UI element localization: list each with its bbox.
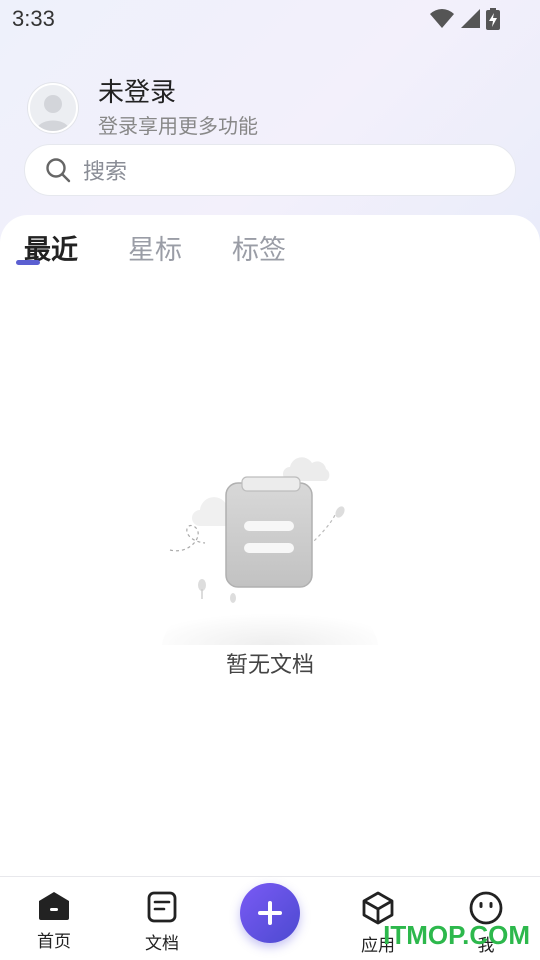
nav-item-home[interactable]: 首页 [14,891,94,952]
create-new-button[interactable] [240,883,300,943]
home-icon [39,892,69,920]
empty-document-illustration [162,457,378,645]
status-bar: 3:33 [0,0,540,40]
status-icons [430,8,500,30]
watermark: ITMOP.COM [383,920,530,950]
avatar[interactable] [28,83,78,133]
search-input[interactable]: 搜索 [83,154,127,186]
tab-tags[interactable]: 标签 [232,233,286,269]
wifi-icon [430,9,454,28]
nav-item-documents[interactable]: 文档 [122,891,202,954]
user-profile-row[interactable]: 未登录 登录享用更多功能 [28,76,258,140]
nav-label-documents: 文档 [145,934,179,954]
empty-state-text: 暂无文档 [225,653,314,678]
nav-label-home: 首页 [37,932,71,952]
search-bar[interactable]: 搜索 [24,144,516,196]
login-prompt[interactable]: 登录享用更多功能 [98,112,258,140]
cell-signal-icon [461,9,480,28]
document-icon [147,891,177,923]
battery-charging-icon [486,8,500,30]
plus-icon [258,901,282,925]
active-tab-indicator [16,260,40,265]
search-icon [46,158,71,183]
user-name[interactable]: 未登录 [98,76,258,110]
tab-starred[interactable]: 星标 [128,233,182,269]
tab-bar: 最近 星标 标签 [24,233,336,269]
status-time: 3:33 [12,6,55,31]
document-list-panel: 最近 星标 标签 暂无文档 [0,215,540,875]
default-avatar-icon [36,95,70,131]
